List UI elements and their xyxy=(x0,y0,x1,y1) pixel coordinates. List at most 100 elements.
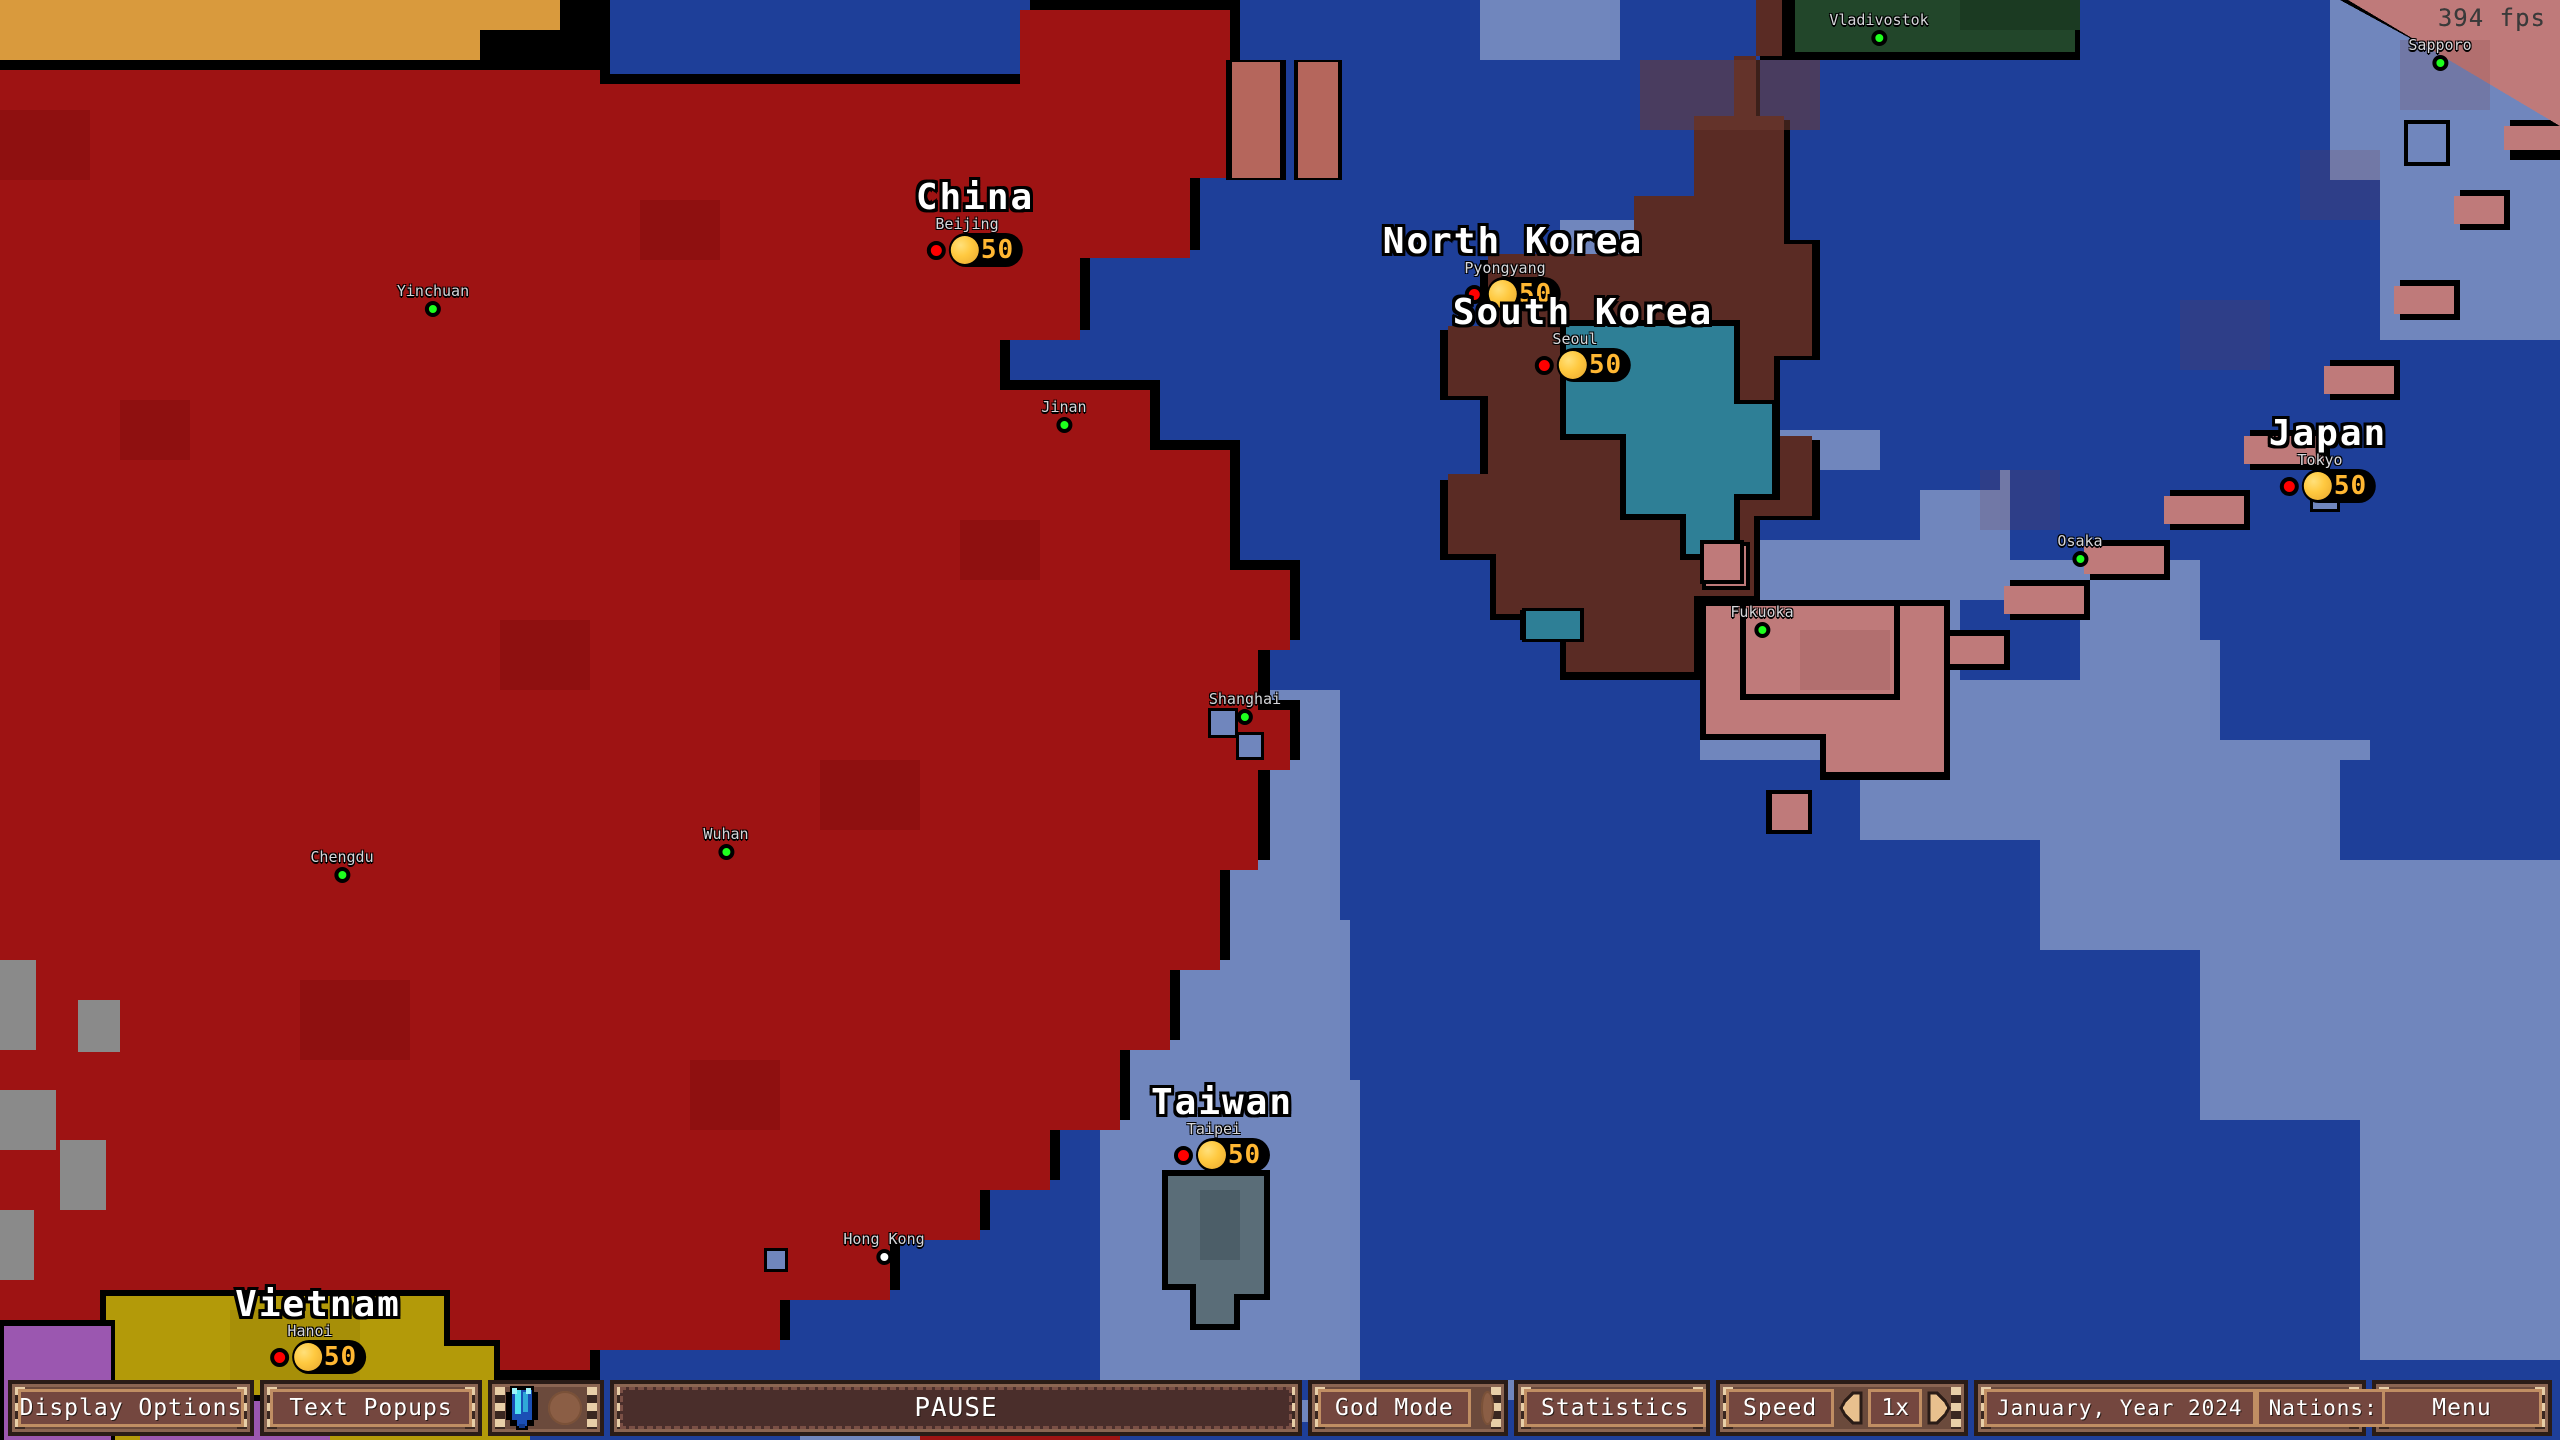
city-dot-icon[interactable] xyxy=(334,867,350,883)
speed-label[interactable]: Speed xyxy=(1726,1389,1835,1427)
capital-row: 50 xyxy=(1534,348,1632,382)
capital-row: 50 xyxy=(926,233,1024,267)
display-options-button[interactable]: Display Options xyxy=(18,1389,244,1427)
date-display: January, Year 2024 xyxy=(1984,1389,2256,1427)
nation-name: Japan xyxy=(2267,412,2388,456)
capital-name: Seoul xyxy=(1552,330,1598,348)
capital-dot-icon[interactable] xyxy=(1173,1145,1193,1165)
statistics-button[interactable]: Statistics xyxy=(1524,1389,1707,1427)
city-dot-icon[interactable] xyxy=(1754,622,1770,638)
coin-value: 50 xyxy=(1227,1140,1262,1170)
city-dot-icon[interactable] xyxy=(1056,417,1072,433)
city-name: Wuhan xyxy=(703,825,749,843)
capital-dot-icon[interactable] xyxy=(926,240,946,260)
pause-panel: PAUSE xyxy=(610,1380,1302,1436)
coin-icon xyxy=(293,1343,322,1371)
game-screen: 394 fps China Beijing 50 North Korea Pyongya… xyxy=(0,0,2560,1440)
city-label-chengdu[interactable]: Chengdu xyxy=(310,848,374,883)
capital-name: Beijing xyxy=(935,215,999,233)
city-label-sapporo[interactable]: Sapporo xyxy=(2408,36,2472,71)
text-popups-panel: Text Popups xyxy=(260,1380,482,1436)
god-mode-button[interactable]: God Mode xyxy=(1318,1389,1471,1427)
capital-marker[interactable]: Beijing 50 xyxy=(926,216,1024,267)
nation-name: China xyxy=(914,176,1035,220)
capital-dot-icon[interactable] xyxy=(2279,476,2299,496)
city-label-jinan[interactable]: Jinan xyxy=(1041,398,1087,433)
chevron-left-icon[interactable] xyxy=(1834,1390,1868,1426)
nation-label-japan[interactable]: Japan Tokyo 50 xyxy=(2267,412,2388,503)
city-name: Vladivostok xyxy=(1829,11,1929,29)
city-label-osaka[interactable]: Osaka xyxy=(2057,532,2103,567)
capital-name: Tokyo xyxy=(2297,451,2343,469)
capital-row: 50 xyxy=(269,1340,367,1374)
coin-badge: 50 xyxy=(1556,348,1632,382)
capital-dot-icon[interactable] xyxy=(1534,355,1554,375)
menu-button[interactable]: Menu xyxy=(2382,1389,2542,1427)
chevron-right-icon[interactable] xyxy=(1922,1390,1956,1426)
nation-name: South Korea xyxy=(1451,291,1714,335)
nation-name: Vietnam xyxy=(233,1283,401,1327)
nation-label-south-korea[interactable]: South Korea Seoul 50 xyxy=(1451,291,1714,382)
display-options-panel: Display Options xyxy=(8,1380,254,1436)
capital-row: 50 xyxy=(2279,469,2377,503)
text-popups-button[interactable]: Text Popups xyxy=(270,1389,472,1427)
city-dot-icon[interactable] xyxy=(425,301,441,317)
city-label-yinchuan[interactable]: Yinchuan xyxy=(397,284,469,317)
coin-value: 50 xyxy=(2333,471,2368,501)
city-dot-icon[interactable] xyxy=(876,1249,892,1265)
capital-row: 50 xyxy=(1173,1138,1271,1172)
city-dot-icon[interactable] xyxy=(1237,709,1253,725)
pause-button[interactable]: PAUSE xyxy=(620,1387,1292,1429)
coin-value: 50 xyxy=(980,235,1015,265)
info-panel: January, Year 2024 Nations: 197 xyxy=(1974,1380,2446,1436)
city-name: Osaka xyxy=(2057,532,2103,550)
capital-marker[interactable]: Hanoi 50 xyxy=(269,1323,367,1374)
nation-label-china[interactable]: China Beijing 50 xyxy=(914,176,1035,267)
city-label-wuhan[interactable]: Wuhan xyxy=(703,825,749,860)
nation-name: Taiwan xyxy=(1149,1081,1294,1125)
gem-icon[interactable] xyxy=(506,1386,538,1430)
speed-value[interactable]: 1x xyxy=(1868,1389,1923,1427)
city-dot-icon[interactable] xyxy=(2072,551,2088,567)
coin-badge: 50 xyxy=(948,233,1024,267)
nation-label-vietnam[interactable]: Vietnam Hanoi 50 xyxy=(233,1283,401,1374)
coin-icon xyxy=(1197,1141,1226,1169)
coin-icon xyxy=(2303,472,2332,500)
coin-badge: 50 xyxy=(1195,1138,1271,1172)
coin-value: 50 xyxy=(1588,350,1623,380)
city-name: Jinan xyxy=(1041,398,1087,416)
gem-knob[interactable] xyxy=(548,1391,582,1425)
coin-value: 50 xyxy=(323,1342,358,1372)
god-mode-panel: God Mode xyxy=(1308,1380,1508,1436)
capital-name: Pyongyang xyxy=(1464,259,1546,277)
nation-label-taiwan[interactable]: Taiwan Taipei 50 xyxy=(1149,1081,1294,1172)
capital-name: Taipei xyxy=(1186,1120,1242,1138)
city-label-shanghai[interactable]: Shanghai xyxy=(1209,692,1281,725)
city-name: Hong Kong xyxy=(843,1230,925,1248)
bottom-toolbar: Display Options Text Popups PAUSE God Mo… xyxy=(0,1380,2560,1440)
city-name: Chengdu xyxy=(310,848,374,866)
city-dot-icon[interactable] xyxy=(1871,30,1887,46)
capital-marker[interactable]: Seoul 50 xyxy=(1534,331,1632,382)
menu-panel: Menu xyxy=(2372,1380,2552,1436)
coin-badge: 50 xyxy=(2301,469,2377,503)
god-mode-knob[interactable] xyxy=(1480,1391,1494,1425)
capital-dot-icon[interactable] xyxy=(269,1347,289,1367)
city-name: Sapporo xyxy=(2408,36,2472,54)
coin-icon xyxy=(950,236,979,264)
capital-name: Hanoi xyxy=(287,1322,333,1340)
city-label-hong-kong[interactable]: Hong Kong xyxy=(843,1230,925,1265)
coin-badge: 50 xyxy=(291,1340,367,1374)
coin-icon xyxy=(1558,351,1587,379)
city-dot-icon[interactable] xyxy=(718,844,734,860)
city-label-fukuoka[interactable]: Fukuoka xyxy=(1730,605,1794,638)
statistics-panel: Statistics xyxy=(1514,1380,1710,1436)
nation-name: North Korea xyxy=(1381,220,1644,264)
city-name: Shanghai xyxy=(1208,690,1282,708)
city-label-vladivostok[interactable]: Vladivostok xyxy=(1829,11,1929,46)
speed-panel: Speed 1x xyxy=(1716,1380,1968,1436)
city-name: Yinchuan xyxy=(396,282,470,300)
city-dot-icon[interactable] xyxy=(2432,55,2448,71)
capital-marker[interactable]: Taipei 50 xyxy=(1173,1121,1271,1172)
capital-marker[interactable]: Tokyo 50 xyxy=(2279,452,2377,503)
